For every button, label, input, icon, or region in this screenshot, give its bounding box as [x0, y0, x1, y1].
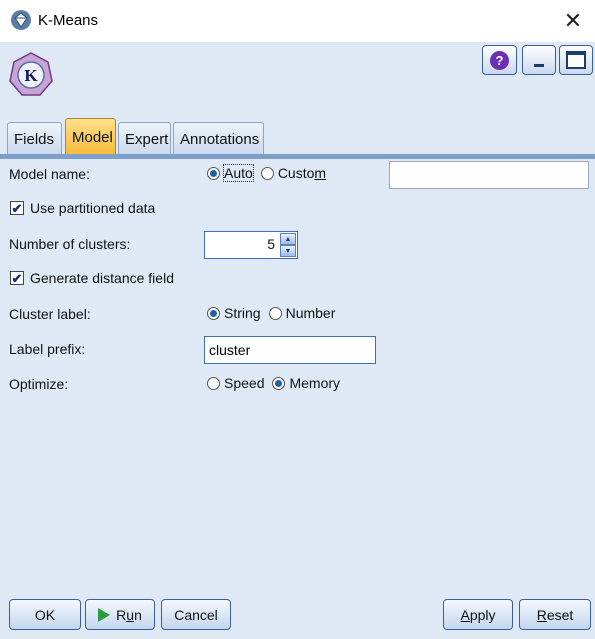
tab-annotations[interactable]: Annotations: [173, 122, 264, 155]
generate-distance-label[interactable]: Generate distance field: [30, 270, 174, 286]
radio-string[interactable]: String: [207, 305, 261, 321]
node-letter: K: [24, 66, 38, 85]
radio-speed[interactable]: Speed: [207, 375, 264, 391]
model-name-label: Model name:: [9, 166, 90, 182]
label-prefix-field[interactable]: [204, 336, 376, 364]
run-button-label[interactable]: Run: [116, 607, 142, 623]
model-panel: Model name: Auto Custom ✔ Use partitione…: [0, 159, 595, 590]
tab-expert[interactable]: Expert: [118, 122, 171, 155]
help-button[interactable]: ?: [482, 45, 517, 75]
ok-button[interactable]: OK: [9, 599, 81, 630]
radio-auto-circle[interactable]: [207, 166, 220, 180]
help-icon: ?: [490, 50, 509, 70]
radio-memory[interactable]: Memory: [272, 375, 340, 391]
radio-memory-circle[interactable]: [272, 376, 286, 390]
radio-memory-label[interactable]: Memory: [289, 375, 340, 391]
radio-speed-label[interactable]: Speed: [224, 375, 264, 391]
use-partitioned-check-icon[interactable]: ✔: [10, 201, 24, 215]
radio-auto-label[interactable]: Auto: [223, 164, 254, 182]
title-bar: K-Means ✕: [0, 0, 595, 42]
radio-speed-circle[interactable]: [207, 376, 220, 390]
radio-auto[interactable]: Auto: [207, 164, 254, 182]
num-clusters-stepper[interactable]: 5 ▲ ▼: [204, 231, 298, 259]
cancel-button[interactable]: Cancel: [161, 599, 231, 630]
radio-string-circle[interactable]: [207, 306, 220, 320]
cluster-label-radio-group: String Number: [207, 305, 339, 321]
label-prefix-row: Label prefix:: [0, 336, 595, 364]
radio-string-label[interactable]: String: [224, 305, 261, 321]
radio-custom-label[interactable]: Custom: [278, 165, 326, 181]
minimize-button[interactable]: [522, 45, 556, 75]
tab-fields[interactable]: Fields: [7, 122, 62, 155]
window-title: K-Means: [38, 12, 99, 29]
spin-up-icon[interactable]: ▲: [280, 233, 296, 245]
run-icon: [98, 607, 111, 622]
model-name-row: Model name: Auto Custom: [0, 161, 595, 189]
reset-button[interactable]: Reset: [519, 599, 591, 630]
cluster-label-label: Cluster label:: [9, 306, 91, 322]
dialog-footer: OK Run Cancel Apply Reset: [0, 590, 595, 639]
optimize-label: Optimize:: [9, 376, 69, 392]
optimize-row: Optimize: Speed Memory: [0, 371, 595, 399]
cluster-label-row: Cluster label: String Number: [0, 301, 595, 329]
run-button[interactable]: Run: [85, 599, 155, 630]
optimize-radio-group: Speed Memory: [207, 375, 344, 391]
minimize-icon: [534, 63, 544, 67]
num-clusters-value[interactable]: 5: [267, 236, 275, 252]
maximize-button[interactable]: [559, 45, 593, 75]
tab-bar: Fields Model Expert Annotations: [0, 118, 595, 156]
use-partitioned-row: ✔ Use partitioned data: [0, 196, 595, 224]
radio-number-circle[interactable]: [268, 306, 282, 320]
generate-distance-checkbox[interactable]: ✔ Generate distance field: [10, 270, 174, 286]
generate-distance-row: ✔ Generate distance field: [0, 266, 595, 294]
radio-custom[interactable]: Custom: [260, 165, 326, 181]
apply-button[interactable]: Apply: [443, 599, 513, 630]
use-partitioned-label[interactable]: Use partitioned data: [30, 200, 155, 216]
generate-distance-check-icon[interactable]: ✔: [10, 271, 24, 285]
radio-number-label[interactable]: Number: [286, 305, 336, 321]
custom-model-name-field[interactable]: [389, 161, 589, 189]
radio-number[interactable]: Number: [268, 305, 336, 321]
use-partitioned-checkbox[interactable]: ✔ Use partitioned data: [10, 200, 155, 216]
num-clusters-label: Number of clusters:: [9, 236, 131, 252]
radio-custom-circle[interactable]: [260, 166, 274, 180]
label-prefix-label: Label prefix:: [9, 341, 86, 357]
model-name-radio-group: Auto Custom: [207, 164, 330, 182]
close-icon[interactable]: ✕: [551, 0, 595, 42]
spin-down-icon[interactable]: ▼: [280, 245, 296, 257]
num-clusters-row: Number of clusters: 5 ▲ ▼: [0, 231, 595, 259]
kmeans-node-icon: K: [8, 51, 54, 97]
maximize-icon: [566, 51, 586, 69]
app-icon: [11, 10, 31, 30]
tab-model[interactable]: Model: [65, 118, 116, 156]
dialog-header: K ?: [0, 42, 595, 122]
